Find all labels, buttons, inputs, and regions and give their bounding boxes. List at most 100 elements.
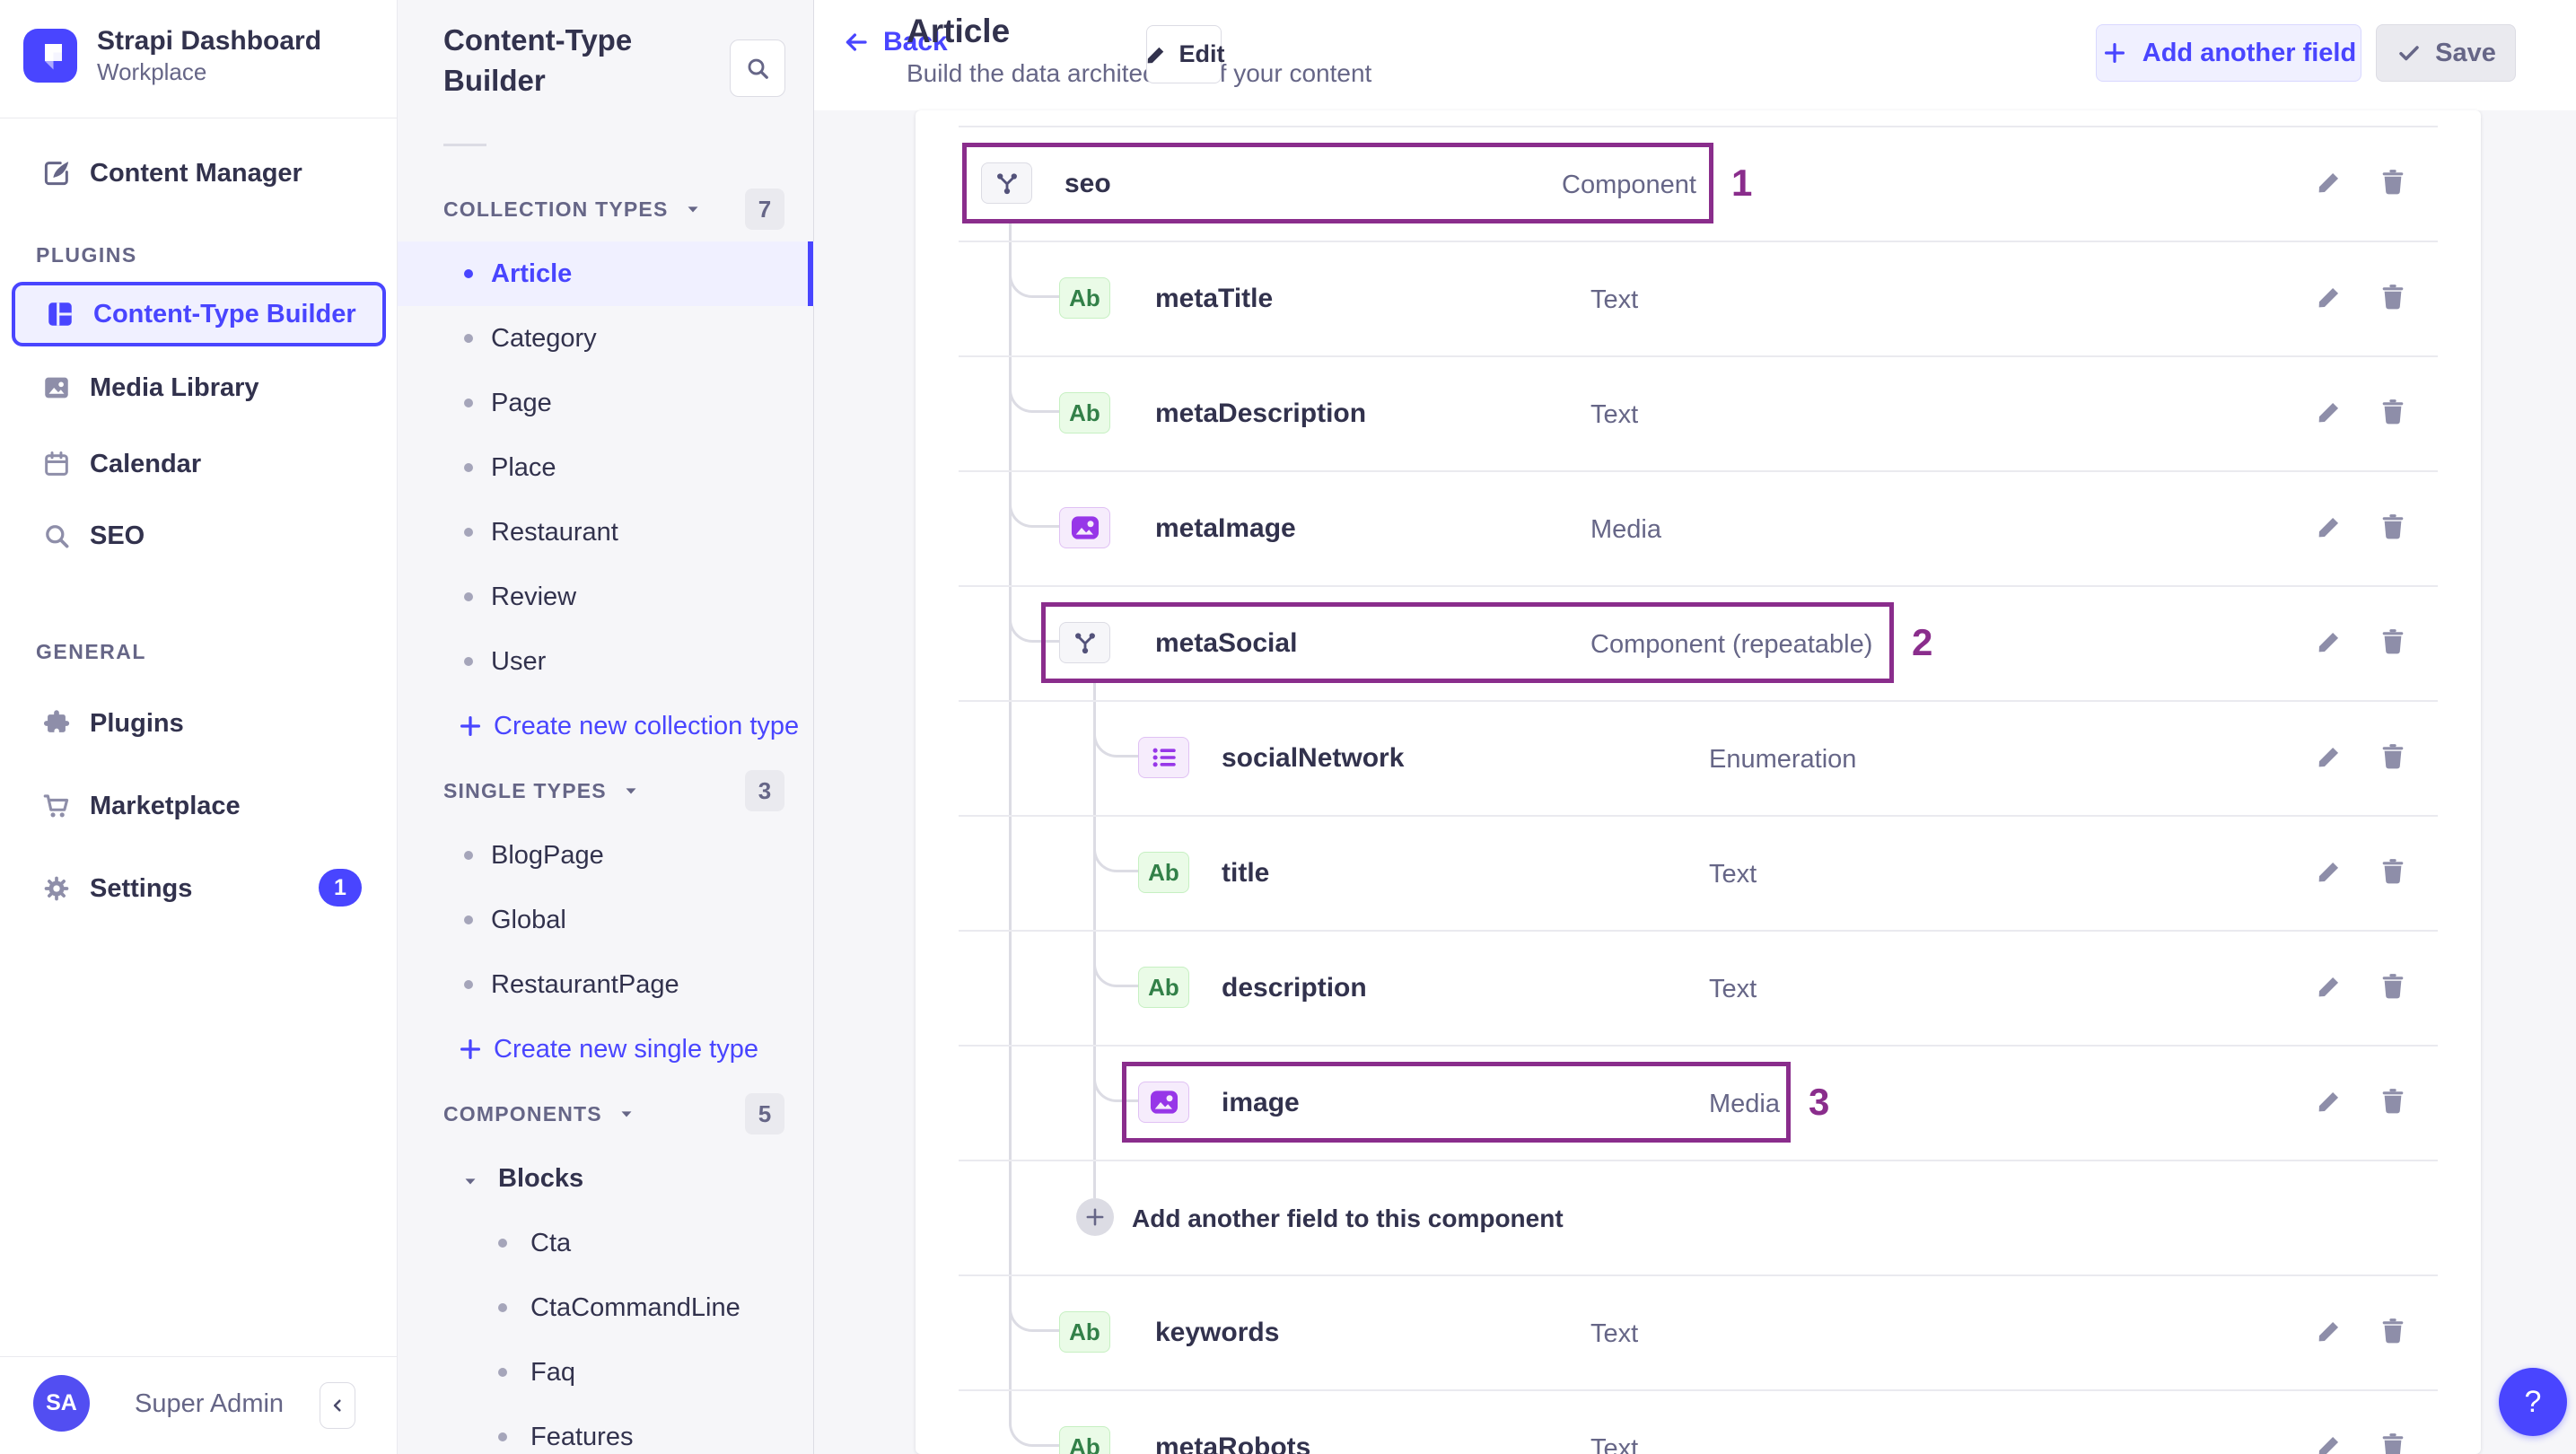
delete-field-button[interactable] — [2378, 512, 2410, 544]
delete-field-button[interactable] — [2378, 1086, 2410, 1118]
list-header-label[interactable]: COMPONENTS — [443, 1082, 636, 1146]
list-item-review[interactable]: Review — [398, 565, 814, 629]
list-item-place[interactable]: Place — [398, 435, 814, 500]
sidebar-item-media-library[interactable]: Media Library — [0, 355, 398, 420]
list-item-restaurantpage[interactable]: RestaurantPage — [398, 952, 814, 1017]
component-category-blocks[interactable]: Blocks — [398, 1146, 814, 1211]
sidebar-item-settings[interactable]: Settings 1 — [0, 856, 398, 921]
sidebar-item-marketplace[interactable]: Marketplace — [0, 774, 398, 838]
add-field-circle-button[interactable] — [1076, 1198, 1114, 1236]
edit-field-button[interactable] — [2314, 397, 2346, 429]
type-list-entry: Category — [398, 306, 814, 371]
add-another-field-button[interactable]: Add another field — [2096, 24, 2361, 82]
nav-section-label: PLUGINS — [36, 243, 137, 267]
sidebar-item-calendar[interactable]: Calendar — [0, 432, 398, 496]
field-type: Text — [1709, 860, 1757, 889]
edit-field-button[interactable] — [2314, 512, 2346, 544]
list-item-ctacommandline[interactable]: CtaCommandLine — [398, 1275, 814, 1340]
create-new-type-link[interactable]: Create new single type — [398, 1017, 814, 1082]
list-item-user[interactable]: User — [398, 629, 814, 694]
edit-field-button[interactable] — [2314, 856, 2346, 889]
sidebar-item-label: Settings — [90, 873, 193, 903]
delete-field-button[interactable] — [2378, 856, 2410, 889]
list-header-components: COMPONENTS 5 — [398, 1082, 814, 1146]
edit-field-button[interactable] — [2314, 741, 2346, 774]
list-item-page[interactable]: Page — [398, 371, 814, 435]
active-indicator — [808, 241, 813, 306]
add-field-to-component-label[interactable]: Add another field to this component — [1132, 1204, 1564, 1233]
list-item-label: Faq — [530, 1357, 575, 1387]
field-row-metaSocial: metaSocial Component (repeatable) 2 — [916, 585, 2481, 700]
list-item-label: Article — [491, 258, 573, 288]
edit-button[interactable]: Edit — [1146, 25, 1225, 83]
delete-field-button[interactable] — [2378, 282, 2410, 314]
sidebar-item-content-manager[interactable]: Content Manager — [0, 141, 398, 206]
sidebar-item-seo[interactable]: SEO — [0, 504, 398, 568]
text-field-icon: Ab — [1059, 392, 1110, 434]
edit-field-button[interactable] — [2314, 1431, 2346, 1454]
list-header-label[interactable]: SINGLE TYPES — [443, 758, 641, 823]
calendar-icon — [41, 449, 72, 479]
row-divider — [959, 126, 2438, 127]
delete-field-button[interactable] — [2378, 626, 2410, 659]
delete-field-button[interactable] — [2378, 1431, 2410, 1454]
edit-field-button[interactable] — [2314, 167, 2346, 199]
edit-field-button[interactable] — [2314, 1086, 2346, 1118]
list-item-blogpage[interactable]: BlogPage — [398, 823, 814, 888]
main-sidebar: Strapi Dashboard Workplace Content Manag… — [0, 0, 398, 1454]
edit-field-button[interactable] — [2314, 626, 2346, 659]
delete-field-button[interactable] — [2378, 167, 2410, 199]
delete-field-button[interactable] — [2378, 397, 2410, 429]
type-list-entry: Global — [398, 888, 814, 952]
list-item-restaurant[interactable]: Restaurant — [398, 500, 814, 565]
component-category: Blocks — [398, 1146, 814, 1211]
workspace-switcher[interactable]: Strapi Dashboard Workplace — [23, 26, 382, 85]
help-button[interactable]: ? — [2499, 1368, 2567, 1436]
image-icon — [41, 372, 72, 403]
list-item-article[interactable]: Article — [398, 241, 814, 306]
bullet-icon — [498, 1432, 507, 1441]
caret-down-icon — [621, 781, 641, 801]
type-list-entry: CtaCommandLine — [398, 1275, 814, 1340]
field-type: Text — [1590, 1319, 1639, 1348]
field-row-metaDescription: Ab metaDescription Text — [916, 355, 2481, 470]
sidebar-item-content-type-builder[interactable]: Content-Type Builder — [12, 282, 386, 346]
delete-field-button[interactable] — [2378, 741, 2410, 774]
delete-field-button[interactable] — [2378, 971, 2410, 1003]
edit-field-button[interactable] — [2314, 1316, 2346, 1348]
user-row: SA Super Admin — [0, 1357, 398, 1454]
list-item-label: Restaurant — [491, 517, 618, 547]
list-item-global[interactable]: Global — [398, 888, 814, 952]
search-button[interactable] — [730, 39, 785, 97]
sidebar-item-plugins[interactable]: Plugins — [0, 691, 398, 756]
save-button[interactable]: Save — [2376, 24, 2516, 82]
count-badge: 3 — [745, 770, 784, 811]
edit-field-button[interactable] — [2314, 282, 2346, 314]
edit-field-button[interactable] — [2314, 971, 2346, 1003]
list-item-features[interactable]: Features — [398, 1405, 814, 1454]
list-item-label: RestaurantPage — [491, 969, 679, 999]
type-list-entry: Faq — [398, 1340, 814, 1405]
create-new-type-link[interactable]: Create new collection type — [398, 694, 814, 758]
sidebar-item-label: Marketplace — [90, 791, 241, 820]
avatar[interactable]: SA — [33, 1375, 90, 1432]
row-divider — [959, 585, 2438, 587]
edit-label: Edit — [1178, 40, 1225, 67]
caret-down-icon — [617, 1104, 636, 1124]
field-type: Text — [1590, 285, 1639, 314]
list-item-label: CtaCommandLine — [530, 1292, 740, 1322]
panel-divider — [443, 144, 486, 146]
collapse-sidebar-button[interactable] — [320, 1382, 355, 1429]
list-item-category[interactable]: Category — [398, 306, 814, 371]
bullet-icon — [464, 657, 473, 666]
row-divider — [959, 1160, 2438, 1161]
list-item-cta[interactable]: Cta — [398, 1211, 814, 1275]
list-item-faq[interactable]: Faq — [398, 1340, 814, 1405]
field-name: description — [1222, 973, 1367, 1003]
list-item-label: Page — [491, 388, 552, 417]
delete-field-button[interactable] — [2378, 1316, 2410, 1348]
annotation-number: 2 — [1912, 621, 1933, 663]
bullet-icon — [464, 915, 473, 924]
count-badge: 5 — [745, 1093, 784, 1134]
list-header-label[interactable]: COLLECTION TYPES — [443, 177, 703, 241]
